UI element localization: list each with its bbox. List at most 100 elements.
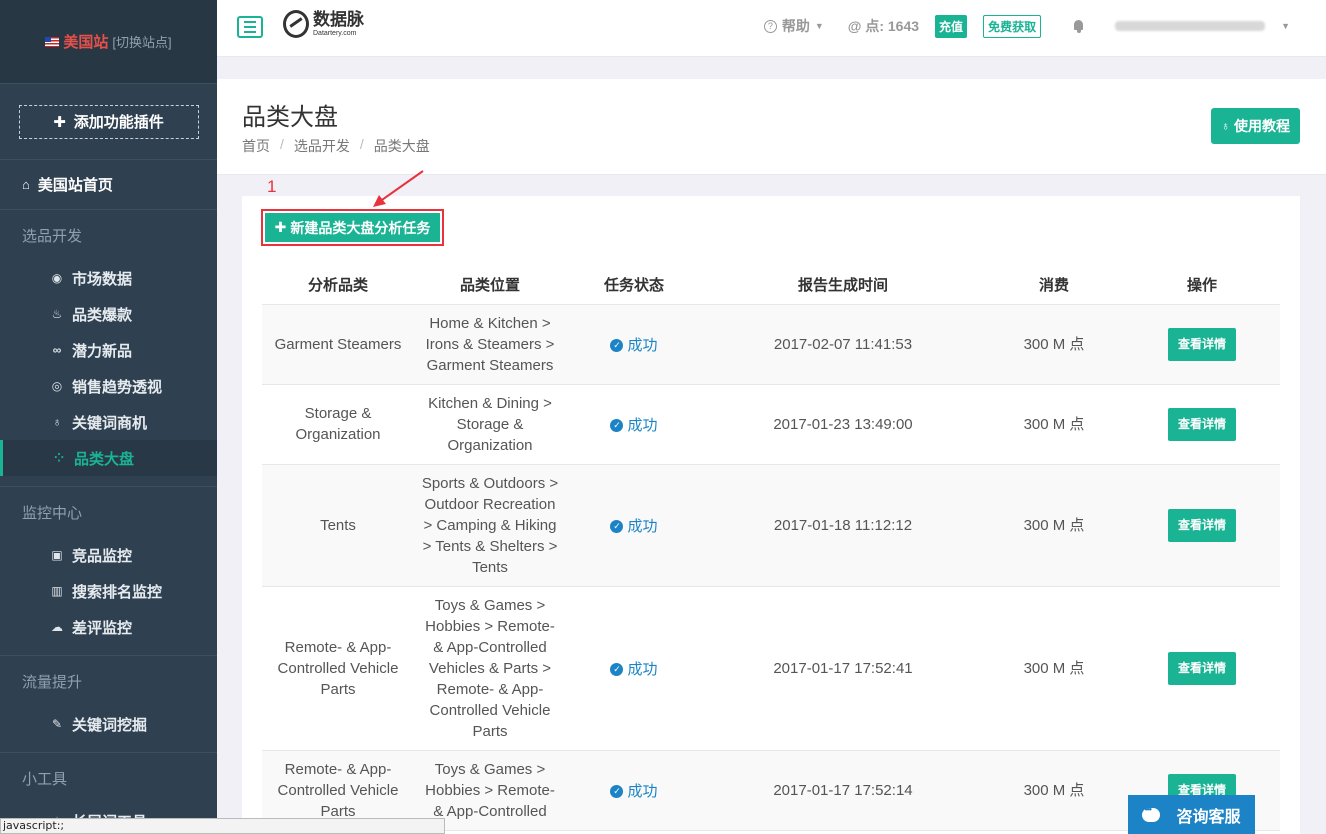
help-dropdown[interactable]: ? 帮助 ▼ xyxy=(763,16,824,36)
sidebar-item-label: 品类大盘 xyxy=(74,450,135,468)
sidebar-item-keyword-mining[interactable]: ✎ 关键词挖掘 xyxy=(0,706,217,742)
sidebar-item-category-overview[interactable]: ⁘ 品类大盘 xyxy=(0,440,217,476)
customer-service-label: 咨询客服 xyxy=(1176,809,1241,826)
status-text: 成功 xyxy=(627,416,658,434)
tutorial-label: 使用教程 xyxy=(1234,118,1290,134)
new-task-button[interactable]: ✚ 新建品类大盘分析任务 xyxy=(265,213,440,242)
sidebar-section-title: 监控中心 xyxy=(22,504,83,522)
user-account-blurred[interactable] xyxy=(1115,21,1266,31)
breadcrumb-product-dev[interactable]: 选品开发 xyxy=(294,136,350,156)
time-cell: 2017-01-23 13:49:00 xyxy=(702,384,984,465)
annotation-number: 1 xyxy=(267,177,277,196)
sidebar-item-hot-products[interactable]: ♨ 品类爆款 xyxy=(0,296,217,332)
status-cell: ✓ 成功 xyxy=(566,384,702,465)
sidebar-item-label: 搜索排名监控 xyxy=(72,583,163,601)
customer-service-button[interactable]: 咨询客服 xyxy=(1128,795,1255,834)
location-cell: Sports & Outdoors > Outdoor Recreation >… xyxy=(414,464,566,587)
fire-icon: ♨ xyxy=(51,307,63,321)
recharge-button[interactable]: 充值 xyxy=(935,14,968,38)
action-cell: 查看详情 xyxy=(1124,384,1280,465)
sidebar-item-rank-monitor[interactable]: ▥ 搜索排名监控 xyxy=(0,573,217,609)
page-header: 品类大盘 首页 / 选品开发 / 品类大盘 ♁ 使用教程 xyxy=(217,79,1326,175)
sidebar: 美国站 [切换站点] ✚ 添加功能插件 ⌂ 美国站首页 选品开发 ◉ 市场数据 ♨… xyxy=(0,0,217,834)
status-text: 成功 xyxy=(627,336,658,354)
comments-icon: ☁ xyxy=(51,620,63,634)
column-header: 分析品类 xyxy=(262,266,414,305)
tutorial-button[interactable]: ♁ 使用教程 xyxy=(1211,108,1300,144)
menu-toggle-button[interactable] xyxy=(237,16,263,38)
category-cell: Remote- & App-Controlled Vehicle Parts xyxy=(262,586,414,751)
view-details-button[interactable]: 查看详情 xyxy=(1167,508,1236,542)
menu-bar xyxy=(244,26,256,28)
view-details-button[interactable]: 查看详情 xyxy=(1167,407,1236,441)
help-label: 帮助 xyxy=(781,18,810,34)
view-details-button[interactable]: 查看详情 xyxy=(1167,651,1236,685)
status-cell: ✓ 成功 xyxy=(566,750,702,831)
sidebar-section-title: 选品开发 xyxy=(22,227,83,245)
cost-cell: 300 M 点 xyxy=(984,586,1124,751)
status-text: 成功 xyxy=(627,660,658,678)
add-plugin-button[interactable]: ✚ 添加功能插件 xyxy=(18,104,199,139)
chat-bubble-icon xyxy=(1142,804,1161,822)
add-plugin-label: 添加功能插件 xyxy=(73,114,164,131)
status-cell: ✓ 成功 xyxy=(566,586,702,751)
sidebar-item-market-data[interactable]: ◉ 市场数据 xyxy=(0,260,217,296)
sidebar-item-keyword-opportunity[interactable]: ♁ 关键词商机 xyxy=(0,404,217,440)
location-cell: Toys & Games > Hobbies > Remote- & App-C… xyxy=(414,586,566,751)
sidebar-section-title: 流量提升 xyxy=(22,673,83,691)
caret-down-icon[interactable]: ▼ xyxy=(1281,21,1290,31)
check-circle-icon: ✓ xyxy=(610,418,624,432)
cost-cell: 300 M 点 xyxy=(984,750,1124,831)
status-cell: ✓ 成功 xyxy=(566,464,702,587)
points-value: 点: 1643 xyxy=(865,18,920,34)
link-icon: ∞ xyxy=(52,343,62,357)
location-cell: Kitchen & Dining > Storage & Organizatio… xyxy=(414,384,566,465)
menu-bar xyxy=(244,31,256,33)
table-row: Tents Sports & Outdoors > Outdoor Recrea… xyxy=(262,464,1280,587)
column-header: 品类位置 xyxy=(414,266,566,305)
sidebar-item-review-monitor[interactable]: ☁ 差评监控 xyxy=(0,609,217,645)
sidebar-item-sales-trend[interactable]: ◎ 销售趋势透视 xyxy=(0,368,217,404)
check-circle-icon: ✓ xyxy=(610,519,624,533)
action-cell: 查看详情 xyxy=(1124,464,1280,587)
sidebar-section-title: 小工具 xyxy=(22,770,68,788)
question-icon: ? xyxy=(763,19,777,33)
status-badge: ✓ 成功 xyxy=(610,659,658,680)
site-switcher[interactable]: 美国站 [切换站点] xyxy=(0,0,217,84)
add-plugin-area: ✚ 添加功能插件 xyxy=(0,84,217,160)
sidebar-item-competitor-monitor[interactable]: ▣ 竞品监控 xyxy=(0,537,217,573)
table-header-row: 分析品类 品类位置 任务状态 报告生成时间 消费 操作 xyxy=(262,266,1280,305)
breadcrumb-current: 品类大盘 xyxy=(373,138,430,154)
column-header: 报告生成时间 xyxy=(702,266,984,305)
switch-site-link[interactable]: [切换站点] xyxy=(112,32,171,51)
bell-icon[interactable] xyxy=(1071,18,1087,34)
annotation-arrow-icon xyxy=(373,170,424,207)
logo-text: 数据脉 Datartery.com xyxy=(313,11,364,37)
breadcrumb-home[interactable]: 首页 xyxy=(242,136,270,156)
lightbulb-icon: ♁ xyxy=(1221,119,1230,133)
view-details-button[interactable]: 查看详情 xyxy=(1167,327,1236,361)
breadcrumb-separator: / xyxy=(359,136,364,152)
sidebar-item-home[interactable]: ⌂ 美国站首页 xyxy=(0,160,217,210)
logo-mark-icon xyxy=(283,10,309,38)
status-text: 成功 xyxy=(627,517,658,535)
cost-cell: 300 M 点 xyxy=(984,304,1124,385)
action-cell: 查看详情 xyxy=(1124,304,1280,385)
free-points-button[interactable]: 免费获取 xyxy=(983,14,1042,38)
lightbulb-icon: ♁ xyxy=(52,415,62,429)
check-circle-icon: ✓ xyxy=(610,662,624,676)
top-right-tools: ? 帮助 ▼ @ 点: 1643 充值 免费获取 ▼ xyxy=(763,0,1290,52)
top-navbar: 数据脉 Datartery.com ? 帮助 ▼ @ 点: 1643 充值 免费… xyxy=(217,0,1326,57)
menu-bar xyxy=(244,21,256,23)
logo[interactable]: 数据脉 Datartery.com xyxy=(283,10,364,38)
sidebar-item-label: 市场数据 xyxy=(72,270,133,288)
table-row: Garment Steamers Home & Kitchen > Irons … xyxy=(262,304,1280,385)
status-badge: ✓ 成功 xyxy=(610,415,658,436)
image-icon: ▣ xyxy=(51,548,63,562)
sidebar-item-new-products[interactable]: ∞ 潜力新品 xyxy=(0,332,217,368)
category-cell: Tents xyxy=(262,464,414,587)
grid-icon: ⁘ xyxy=(53,451,65,465)
status-text: 成功 xyxy=(627,782,658,800)
status-badge: ✓ 成功 xyxy=(610,781,658,802)
bar-chart-icon: ▥ xyxy=(51,584,63,598)
